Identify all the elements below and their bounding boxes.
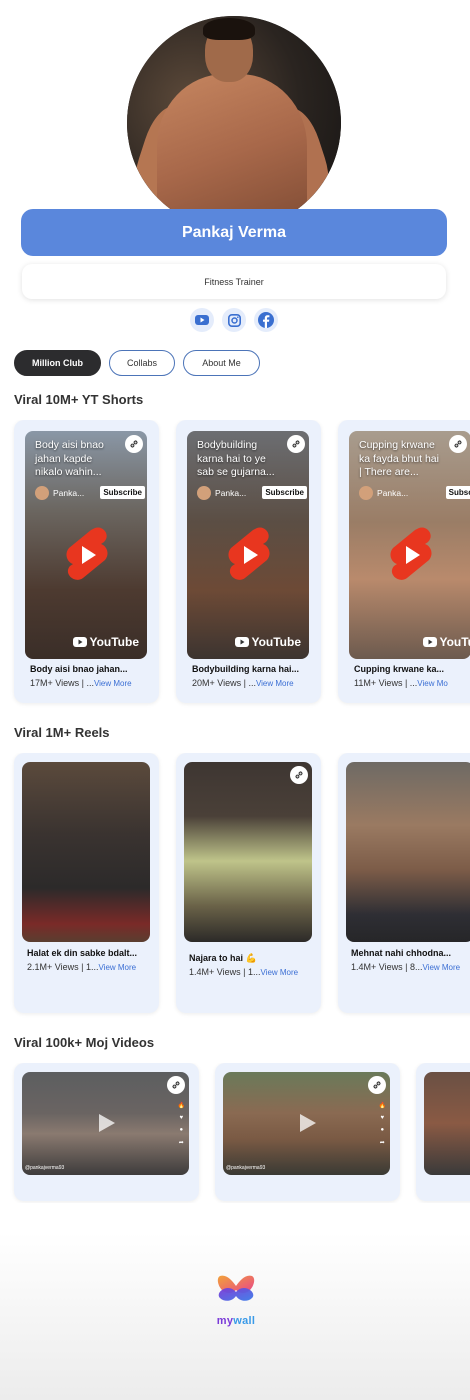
moj-actions: 🔥 ♥ ● ➦ xyxy=(379,1102,386,1146)
reel-card[interactable]: Halat ek din sabke bdalt... 2.1M+ Views … xyxy=(14,753,159,1013)
subscribe-button[interactable]: Subscribe xyxy=(262,486,307,499)
short-card[interactable]: Cupping krwane ka fayda bhut hai | There… xyxy=(338,420,470,703)
short-channel: Panka... xyxy=(35,486,84,500)
view-more-link[interactable]: View More xyxy=(422,963,460,972)
moj-card[interactable] xyxy=(416,1063,470,1201)
youtube-brand: YouTube xyxy=(235,635,301,649)
view-more-link[interactable]: View More xyxy=(98,963,136,972)
short-overlay-text: Bodybuilding karna hai to ye sab se guja… xyxy=(197,439,275,479)
reel-title: Mehnat nahi chhodna... xyxy=(351,948,452,958)
comment-icon: ● xyxy=(380,1127,385,1133)
social-links xyxy=(190,308,278,332)
tab-about-me[interactable]: About Me xyxy=(183,350,260,376)
reel-views: 1.4M+ Views | 1...View More xyxy=(189,967,299,977)
brand-logo-text: mywall xyxy=(216,1315,256,1327)
reel-thumbnail[interactable] xyxy=(22,762,150,942)
youtube-shorts-icon xyxy=(390,527,432,580)
short-views: 20M+ Views | ...View More xyxy=(192,678,294,688)
short-title: Body aisi bnao jahan... xyxy=(30,664,128,674)
view-more-link[interactable]: View More xyxy=(94,679,132,688)
profile-name: Pankaj Verma xyxy=(21,209,447,256)
section-title-shorts: Viral 10M+ YT Shorts xyxy=(14,392,144,407)
reel-card[interactable]: Mehnat nahi chhodna... 1.4M+ Views | 8..… xyxy=(338,753,470,1013)
view-more-link[interactable]: View More xyxy=(260,968,298,977)
moj-handle: @pankajverma93 xyxy=(25,1165,65,1171)
mywall-logo[interactable]: mywall xyxy=(212,1272,260,1327)
short-title: Bodybuilding karna hai... xyxy=(192,664,300,674)
short-card[interactable]: Bodybuilding karna hai to ye sab se guja… xyxy=(176,420,321,703)
subscribe-button[interactable]: Subscribe xyxy=(100,486,145,499)
tab-million-club[interactable]: Million Club xyxy=(14,350,101,376)
tab-collabs[interactable]: Collabs xyxy=(109,350,175,376)
moj-thumbnail[interactable]: 🔥 ♥ ● ➦ @pankajverma93 xyxy=(223,1072,390,1175)
fire-icon: 🔥 xyxy=(378,1103,386,1109)
youtube-shorts-icon xyxy=(66,527,108,580)
moj-thumbnail[interactable]: 🔥 ♥ ● ➦ @pankajverma93 xyxy=(22,1072,189,1175)
short-thumbnail[interactable]: Cupping krwane ka fayda bhut hai | There… xyxy=(349,431,470,659)
link-icon[interactable] xyxy=(449,435,467,453)
reel-views: 1.4M+ Views | 8...View More xyxy=(351,962,461,972)
share-icon: ➦ xyxy=(379,1140,385,1146)
youtube-icon[interactable] xyxy=(190,308,214,332)
profile-avatar xyxy=(127,16,341,230)
reel-thumbnail[interactable] xyxy=(184,762,312,942)
subscribe-button[interactable]: Subscri xyxy=(445,486,470,499)
moj-thumbnail[interactable] xyxy=(424,1072,470,1175)
link-icon[interactable] xyxy=(368,1076,386,1094)
facebook-icon[interactable] xyxy=(254,308,278,332)
share-icon: ➦ xyxy=(178,1140,184,1146)
play-icon[interactable] xyxy=(99,1114,115,1132)
shorts-row: Body aisi bnao jahan kapde nikalo wahin.… xyxy=(0,420,470,710)
moj-handle: @pankajverma93 xyxy=(226,1165,266,1171)
profile-tabs: Million Club Collabs About Me xyxy=(14,350,260,376)
reel-thumbnail[interactable] xyxy=(346,762,470,942)
reel-title: Halat ek din sabke bdalt... xyxy=(27,948,138,958)
link-icon[interactable] xyxy=(125,435,143,453)
short-views: 17M+ Views | ...View More xyxy=(30,678,132,688)
moj-card[interactable]: 🔥 ♥ ● ➦ @pankajverma93 xyxy=(14,1063,199,1201)
reels-row: Halat ek din sabke bdalt... 2.1M+ Views … xyxy=(0,753,470,1018)
play-icon[interactable] xyxy=(300,1114,316,1132)
short-channel: Panka... xyxy=(197,486,246,500)
like-icon: ♥ xyxy=(380,1115,385,1121)
reel-title: Najara to hai 💪 xyxy=(189,953,257,963)
short-channel: Panka... xyxy=(359,486,408,500)
reel-views: 2.1M+ Views | 1...View More xyxy=(27,962,137,972)
short-title: Cupping krwane ka... xyxy=(354,664,445,674)
short-thumbnail[interactable]: Body aisi bnao jahan kapde nikalo wahin.… xyxy=(25,431,147,659)
comment-icon: ● xyxy=(179,1127,184,1133)
instagram-icon[interactable] xyxy=(222,308,246,332)
short-views: 11M+ Views | ...View Mo xyxy=(354,678,448,688)
short-thumbnail[interactable]: Bodybuilding karna hai to ye sab se guja… xyxy=(187,431,309,659)
section-title-moj: Viral 100k+ Moj Videos xyxy=(14,1035,155,1050)
link-icon[interactable] xyxy=(287,435,305,453)
short-overlay-text: Body aisi bnao jahan kapde nikalo wahin.… xyxy=(35,439,104,479)
moj-row: 🔥 ♥ ● ➦ @pankajverma93 🔥 ♥ ● ➦ @pankajve… xyxy=(0,1063,470,1203)
section-title-reels: Viral 1M+ Reels xyxy=(14,725,110,740)
moj-actions: 🔥 ♥ ● ➦ xyxy=(178,1102,185,1146)
link-icon[interactable] xyxy=(167,1076,185,1094)
like-icon: ♥ xyxy=(179,1115,184,1121)
reel-card[interactable]: Najara to hai 💪 1.4M+ Views | 1...View M… xyxy=(176,753,321,1013)
moj-card[interactable]: 🔥 ♥ ● ➦ @pankajverma93 xyxy=(215,1063,400,1201)
link-icon[interactable] xyxy=(290,766,308,784)
profile-role: Fitness Trainer xyxy=(22,264,446,299)
youtube-brand: YouTube xyxy=(73,635,139,649)
youtube-shorts-icon xyxy=(228,527,270,580)
youtube-brand: YouTu xyxy=(423,635,470,649)
view-more-link[interactable]: View More xyxy=(256,679,294,688)
view-more-link[interactable]: View Mo xyxy=(417,679,448,688)
short-card[interactable]: Body aisi bnao jahan kapde nikalo wahin.… xyxy=(14,420,159,703)
fire-icon: 🔥 xyxy=(177,1103,185,1109)
short-overlay-text: Cupping krwane ka fayda bhut hai | There… xyxy=(359,439,439,479)
